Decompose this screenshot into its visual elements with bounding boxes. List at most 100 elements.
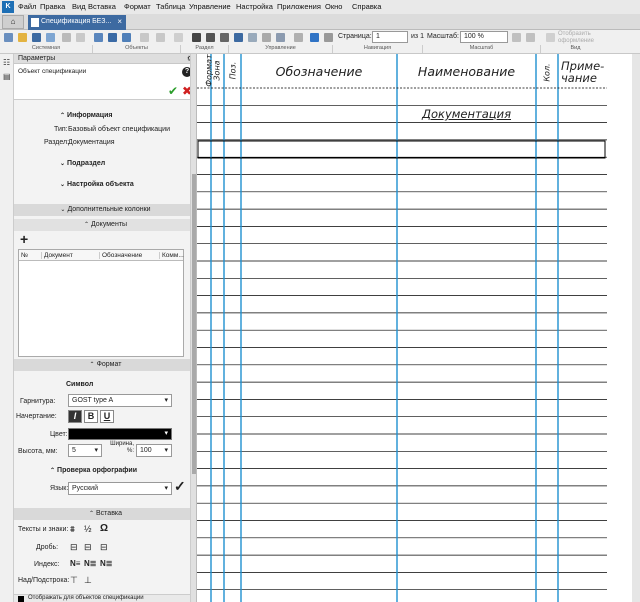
font-select-value: GOST type A (72, 397, 114, 404)
zoom-icon[interactable] (512, 33, 521, 42)
language-label: Язык: (50, 485, 69, 492)
superscript-icon[interactable]: ⊤ (70, 575, 78, 586)
menu-table[interactable]: Таблица (156, 0, 185, 14)
menu-file[interactable]: Файл (18, 0, 36, 14)
subsection-header[interactable]: ⌄ Подраздел (60, 160, 105, 167)
fraction-insert-icon[interactable]: ½ (84, 524, 92, 534)
format-header[interactable]: ⌃ Формат (14, 359, 196, 371)
documents-header[interactable]: ⌃ Документы (14, 219, 196, 231)
language-select[interactable]: Русский ▾ (68, 482, 172, 495)
font-select[interactable]: GOST type A ▾ (68, 394, 172, 407)
add-object-icon[interactable] (94, 33, 103, 42)
document-tab[interactable]: Спецификация БЕЗ... × (28, 15, 126, 30)
menu-settings[interactable]: Настройка (236, 0, 273, 14)
calc-icon[interactable] (276, 33, 285, 42)
add-document-button[interactable]: + (20, 232, 28, 246)
col-num[interactable]: № (21, 252, 28, 259)
panel-title: Параметры (18, 55, 56, 62)
menu-help[interactable]: Справка (352, 0, 381, 14)
chevron-up-icon: ⌃ (60, 113, 66, 119)
save-icon[interactable] (32, 33, 41, 42)
sort-icon[interactable] (174, 33, 183, 42)
page-input[interactable]: 1 (372, 31, 408, 43)
section-row-documentation[interactable]: Документация (397, 107, 536, 121)
omega-icon[interactable]: Ω (100, 523, 108, 534)
fraction-small-icon[interactable]: ⊟ (70, 542, 78, 553)
info-section-header[interactable]: ⌃ Информация (60, 112, 112, 119)
bold-button[interactable]: B (84, 410, 98, 423)
footer-checkbox[interactable] (18, 596, 24, 602)
chevron-up-icon: ⌃ (89, 362, 95, 368)
menu-format[interactable]: Формат (124, 0, 151, 14)
index-medium-icon[interactable]: N≣ (84, 559, 96, 568)
manage-icon[interactable] (234, 33, 243, 42)
spellcheck-header[interactable]: ⌃ Проверка орфографии (50, 467, 137, 474)
save-all-icon[interactable] (46, 33, 55, 42)
width-label: Ширина, %: (110, 441, 134, 454)
height-select[interactable]: 5 ▾ (68, 444, 102, 457)
header-note: Приме- чание (561, 60, 607, 84)
fraction-medium-icon[interactable]: ⊟ (84, 542, 92, 553)
ok-icon[interactable]: ✔ (168, 84, 178, 98)
move-down-icon[interactable] (156, 33, 165, 42)
footer-option[interactable]: Отображать для объектов спецификации (14, 594, 196, 602)
color-picker[interactable]: ▾ (68, 428, 172, 440)
panel-scroll-thumb[interactable] (192, 174, 196, 474)
extra-columns-header[interactable]: ⌄ Дополнительные колонки (14, 204, 196, 216)
extra-columns-title: Дополнительные колонки (67, 206, 151, 213)
index-large-icon[interactable]: N≣ (100, 559, 112, 568)
add-base-object-icon[interactable] (122, 33, 131, 42)
new-doc-icon[interactable] (4, 33, 13, 42)
panel-scrollbar[interactable] (190, 54, 196, 602)
filter-icon[interactable] (262, 33, 271, 42)
header-designation: Обозначение (275, 64, 363, 79)
sum-icon[interactable] (310, 33, 319, 42)
col-comment[interactable]: Комм... (159, 252, 184, 259)
specification-canvas[interactable]: Формат Зона Поз. Обозначение Наименовани… (197, 54, 640, 602)
close-tab-icon[interactable]: × (117, 15, 122, 29)
link-icon[interactable] (248, 33, 257, 42)
renumber-icon[interactable] (294, 33, 303, 42)
subscript-icon[interactable]: ⊥ (84, 575, 92, 586)
move-up-icon[interactable] (140, 33, 149, 42)
zoom-fit-icon[interactable] (526, 33, 535, 42)
section-icon[interactable] (192, 33, 201, 42)
col-document[interactable]: Документ (41, 252, 73, 259)
section-order-icon[interactable] (220, 33, 229, 42)
index-small-icon[interactable]: N≡ (70, 559, 80, 568)
section-nav-icon[interactable] (206, 33, 215, 42)
home-tab-button[interactable]: ⌂ (2, 15, 24, 29)
add-section-icon[interactable] (108, 33, 117, 42)
menu-manage[interactable]: Управление (189, 0, 231, 14)
underline-button[interactable]: U (100, 410, 114, 423)
color-label: Цвет: (50, 431, 68, 438)
fraction-large-icon[interactable]: ⊟ (100, 542, 108, 553)
scale-input[interactable]: 100 % (460, 31, 508, 43)
undo-icon[interactable] (76, 33, 85, 42)
chevron-up-icon: ⌃ (83, 222, 89, 228)
open-folder-icon[interactable] (18, 33, 27, 42)
render-icon[interactable] (546, 33, 555, 42)
menu-apps[interactable]: Приложения (277, 0, 321, 14)
group-navigation: Навигация (332, 45, 422, 53)
render-label[interactable]: Отобразить оформление (558, 31, 608, 45)
params-icon[interactable]: ▤ (3, 72, 11, 81)
menu-window[interactable]: Окно (325, 0, 342, 14)
texts-signs-label: Тексты и знаки: (18, 526, 69, 533)
page-of-label: из 1 (411, 33, 424, 40)
insert-header[interactable]: ⌃ Вставка (14, 508, 196, 520)
text-insert-icon[interactable]: ⩩ (70, 524, 75, 535)
object-settings-header[interactable]: ⌄ Настройка объекта (60, 181, 134, 188)
col-designation[interactable]: Обозначение (99, 252, 142, 259)
width-select[interactable]: 100 ▾ (136, 444, 172, 457)
print-icon[interactable] (62, 33, 71, 42)
canvas-scrollbar[interactable] (632, 54, 640, 602)
options-icon[interactable] (324, 33, 333, 42)
group-system: Системная (31, 45, 61, 51)
menu-insert[interactable]: Вставка (88, 0, 116, 14)
menu-view[interactable]: Вид (72, 0, 86, 14)
menu-edit[interactable]: Правка (40, 0, 65, 14)
italic-button[interactable]: I (68, 410, 82, 423)
apply-language-icon[interactable]: ✓ (174, 478, 186, 495)
tree-icon[interactable]: ☷ (3, 58, 11, 67)
